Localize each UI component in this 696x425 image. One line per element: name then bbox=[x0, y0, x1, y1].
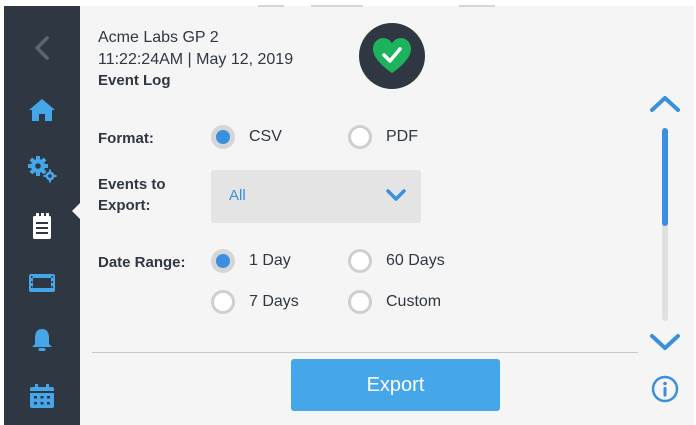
sidebar bbox=[4, 6, 80, 425]
scroll-up-button[interactable] bbox=[648, 94, 682, 119]
radio-pdf-label: PDF bbox=[386, 128, 418, 145]
radio-custom[interactable]: Custom bbox=[348, 290, 441, 314]
active-indicator bbox=[72, 202, 81, 220]
chevron-down-icon bbox=[386, 189, 406, 201]
info-button[interactable] bbox=[651, 375, 679, 403]
events-label: Events to Export: bbox=[98, 174, 166, 216]
chevron-up-icon bbox=[650, 96, 680, 112]
datetime: 11:22:24AM | May 12, 2019 bbox=[98, 51, 294, 68]
events-label-line1: Events to bbox=[98, 176, 166, 193]
sidebar-item-event-log[interactable] bbox=[4, 206, 80, 246]
format-label: Format: bbox=[98, 130, 154, 147]
radio-custom-label: Custom bbox=[386, 293, 442, 310]
calendar-icon bbox=[30, 384, 54, 408]
heart-check-icon bbox=[373, 38, 411, 73]
display-icon bbox=[29, 274, 55, 292]
events-label-line2: Export: bbox=[98, 197, 151, 214]
radio-csv[interactable]: CSV bbox=[211, 125, 282, 149]
radio-7-days-label: 7 Days bbox=[249, 293, 299, 310]
sidebar-item-settings[interactable] bbox=[4, 149, 80, 189]
scroll-down-button[interactable] bbox=[648, 332, 682, 357]
events-dropdown-value: All bbox=[229, 187, 246, 204]
divider bbox=[92, 352, 638, 353]
status-indicator bbox=[359, 23, 425, 89]
top-marker bbox=[258, 5, 284, 7]
events-dropdown[interactable]: All bbox=[211, 170, 421, 223]
chevron-left-icon bbox=[35, 36, 49, 60]
page-title: Event Log bbox=[98, 72, 171, 89]
scrollbar-thumb[interactable] bbox=[662, 128, 668, 226]
bell-icon bbox=[32, 329, 52, 351]
back-button[interactable] bbox=[4, 28, 80, 68]
top-marker bbox=[459, 5, 495, 7]
home-icon bbox=[29, 99, 55, 121]
chevron-down-icon bbox=[650, 334, 680, 350]
clipboard-icon bbox=[33, 213, 51, 239]
sidebar-item-calendar[interactable] bbox=[4, 376, 80, 416]
info-icon bbox=[651, 375, 679, 403]
radio-60-days[interactable]: 60 Days bbox=[348, 249, 445, 273]
radio-60-days-label: 60 Days bbox=[386, 252, 445, 269]
radio-csv-label: CSV bbox=[249, 128, 282, 145]
sidebar-item-monitor[interactable] bbox=[4, 263, 80, 303]
gears-icon bbox=[28, 156, 57, 183]
radio-7-days[interactable]: 7 Days bbox=[211, 290, 299, 314]
sidebar-item-home[interactable] bbox=[4, 90, 80, 130]
top-marker bbox=[311, 5, 363, 7]
radio-pdf[interactable]: PDF bbox=[348, 125, 418, 149]
radio-1-day-label: 1 Day bbox=[249, 252, 291, 269]
device-name: Acme Labs GP 2 bbox=[98, 29, 219, 46]
radio-1-day[interactable]: 1 Day bbox=[211, 249, 291, 273]
date-range-label: Date Range: bbox=[98, 254, 186, 271]
sidebar-item-alarms[interactable] bbox=[4, 320, 80, 360]
export-button[interactable]: Export bbox=[291, 359, 500, 411]
